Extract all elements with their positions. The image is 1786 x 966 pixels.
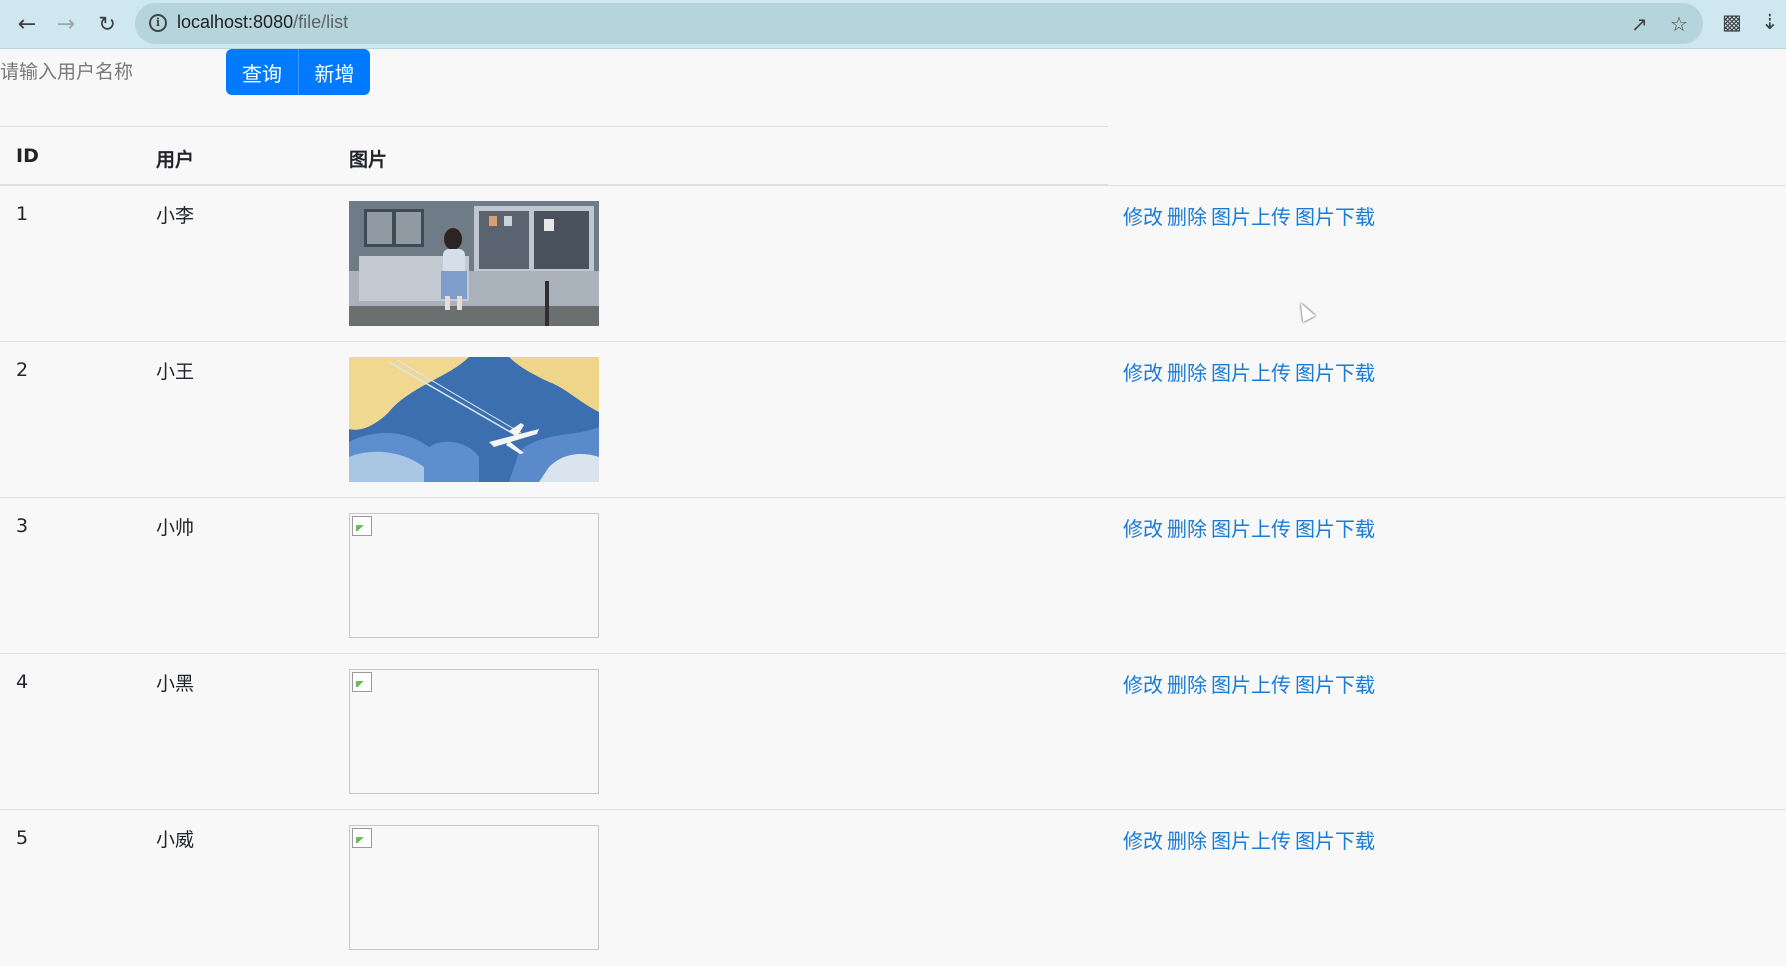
cell-user: 小王 bbox=[156, 361, 195, 383]
cell-id: 3 bbox=[16, 515, 29, 537]
broken-image-icon bbox=[352, 516, 372, 536]
image-upload-link[interactable]: 图片上传 bbox=[1211, 205, 1291, 229]
table-row: 3 小帅 修改 删除 图片上传 图片下载 bbox=[0, 497, 1786, 654]
page-content: 查询 新增 ID 用户 图片 1 小李 bbox=[0, 49, 1786, 950]
edit-link[interactable]: 修改 bbox=[1123, 673, 1163, 697]
image-upload-link[interactable]: 图片上传 bbox=[1211, 829, 1291, 853]
row-actions: 修改 删除 图片上传 图片下载 bbox=[1123, 825, 1379, 854]
image-download-link[interactable]: 图片下载 bbox=[1295, 673, 1375, 697]
delete-link[interactable]: 删除 bbox=[1167, 205, 1207, 229]
cell-id: 4 bbox=[16, 671, 29, 693]
cell-id: 1 bbox=[16, 203, 29, 225]
add-button[interactable]: 新增 bbox=[298, 49, 370, 95]
table-row: 5 小威 修改 删除 图片上传 图片下载 bbox=[0, 809, 1786, 966]
back-icon[interactable]: ← bbox=[12, 9, 42, 39]
column-header-id: ID bbox=[16, 145, 39, 167]
edit-link[interactable]: 修改 bbox=[1123, 205, 1163, 229]
download-icon[interactable]: ⇣ bbox=[1761, 10, 1779, 34]
row-actions: 修改 删除 图片上传 图片下载 bbox=[1123, 513, 1379, 542]
user-photo bbox=[349, 201, 599, 326]
image-download-link[interactable]: 图片下载 bbox=[1295, 517, 1375, 541]
reload-icon[interactable]: ↻ bbox=[92, 9, 122, 39]
site-info-icon[interactable]: i bbox=[149, 14, 167, 32]
broken-image-icon bbox=[352, 672, 372, 692]
cell-id: 2 bbox=[16, 359, 29, 381]
query-button[interactable]: 查询 bbox=[226, 49, 298, 95]
delete-link[interactable]: 删除 bbox=[1167, 829, 1207, 853]
share-icon[interactable]: ↗ bbox=[1631, 12, 1648, 36]
cell-user: 小威 bbox=[156, 829, 195, 851]
edit-link[interactable]: 修改 bbox=[1123, 517, 1163, 541]
extensions-icon[interactable]: ▩ bbox=[1722, 10, 1742, 34]
table-header-border bbox=[0, 126, 1108, 127]
table-row: 1 小李 修改 删除 图片上传 图片下载 bbox=[0, 185, 1786, 342]
table-row: 2 小王 修改 删除 图片上传 图片下载 bbox=[0, 341, 1786, 498]
cell-user: 小帅 bbox=[156, 517, 195, 539]
table-row: 4 小黑 修改 删除 图片上传 图片下载 bbox=[0, 653, 1786, 810]
edit-link[interactable]: 修改 bbox=[1123, 361, 1163, 385]
browser-chrome: ← → ↻ i localhost:8080/file/list ↗ ☆ ▩ ⇣ bbox=[0, 0, 1786, 49]
forward-icon[interactable]: → bbox=[51, 9, 81, 39]
user-name-search-input[interactable] bbox=[0, 49, 222, 95]
cell-user: 小黑 bbox=[156, 673, 195, 695]
image-download-link[interactable]: 图片下载 bbox=[1295, 361, 1375, 385]
image-upload-link[interactable]: 图片上传 bbox=[1211, 673, 1291, 697]
image-download-link[interactable]: 图片下载 bbox=[1295, 829, 1375, 853]
delete-link[interactable]: 删除 bbox=[1167, 673, 1207, 697]
broken-image bbox=[349, 825, 599, 950]
column-header-user: 用户 bbox=[156, 149, 195, 171]
cell-id: 5 bbox=[16, 827, 29, 849]
delete-link[interactable]: 删除 bbox=[1167, 517, 1207, 541]
delete-link[interactable]: 删除 bbox=[1167, 361, 1207, 385]
broken-image bbox=[349, 669, 599, 794]
cell-user: 小李 bbox=[156, 205, 195, 227]
address-bar[interactable]: i localhost:8080/file/list ↗ ☆ bbox=[135, 3, 1703, 44]
image-upload-link[interactable]: 图片上传 bbox=[1211, 517, 1291, 541]
url-text[interactable]: localhost:8080/file/list bbox=[177, 12, 348, 33]
image-download-link[interactable]: 图片下载 bbox=[1295, 205, 1375, 229]
edit-link[interactable]: 修改 bbox=[1123, 829, 1163, 853]
user-photo bbox=[349, 357, 599, 482]
row-actions: 修改 删除 图片上传 图片下载 bbox=[1123, 669, 1379, 698]
bookmark-star-icon[interactable]: ☆ bbox=[1670, 12, 1688, 36]
broken-image-icon bbox=[352, 828, 372, 848]
row-actions: 修改 删除 图片上传 图片下载 bbox=[1123, 357, 1379, 386]
column-header-image: 图片 bbox=[349, 149, 388, 171]
image-upload-link[interactable]: 图片上传 bbox=[1211, 361, 1291, 385]
row-actions: 修改 删除 图片上传 图片下载 bbox=[1123, 201, 1379, 230]
broken-image bbox=[349, 513, 599, 638]
